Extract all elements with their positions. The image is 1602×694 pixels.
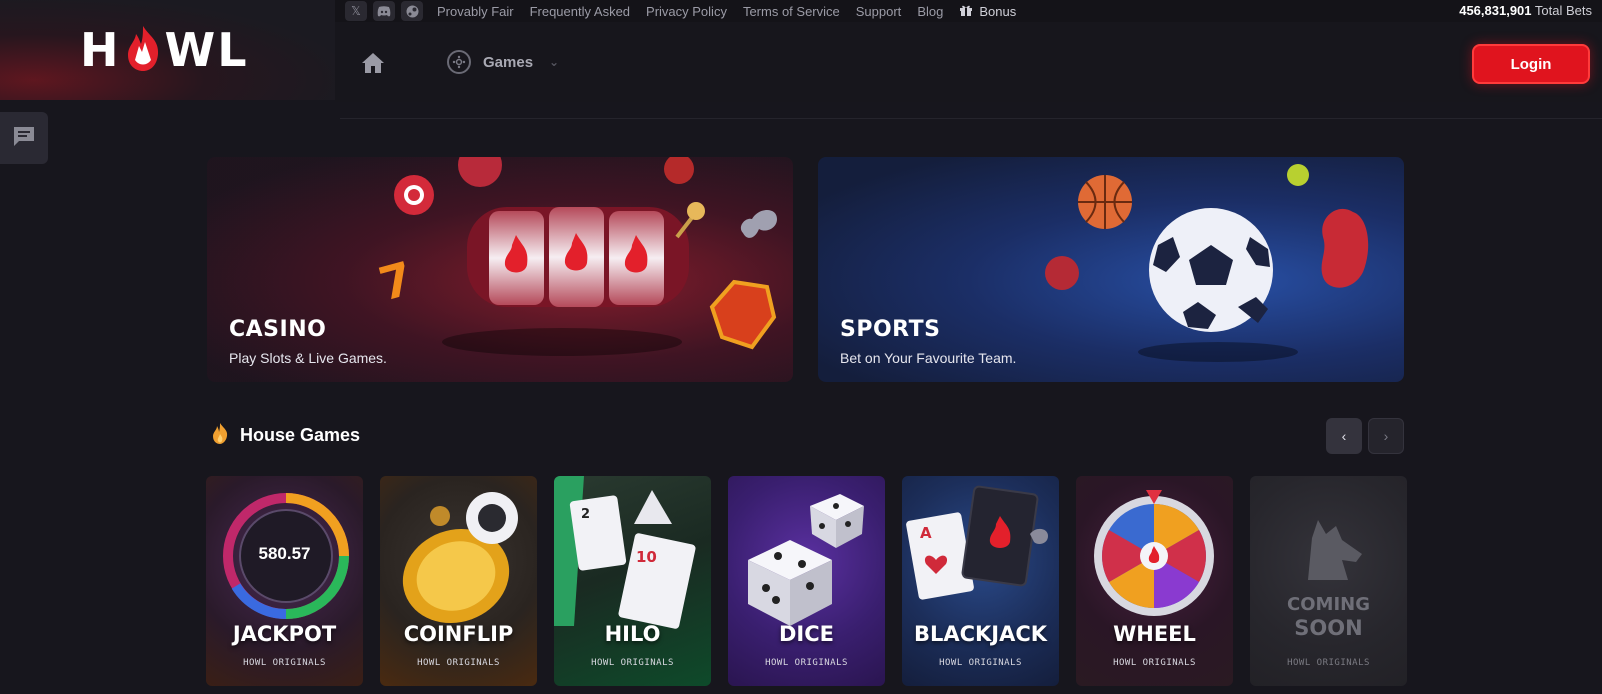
card-title: DICE xyxy=(778,622,834,646)
chat-toggle[interactable] xyxy=(0,112,48,164)
logo-letter-h: H xyxy=(80,23,121,77)
fire-icon xyxy=(210,422,230,449)
logo-area: H WL xyxy=(0,0,335,100)
jackpot-art xyxy=(223,493,349,620)
jackpot-amount: 580.57 xyxy=(258,544,311,563)
sports-banner[interactable]: SPORTS Bet on Your Favourite Team. xyxy=(818,157,1404,382)
svg-text:7: 7 xyxy=(373,251,418,311)
slot-machine-art: 7 xyxy=(373,157,777,356)
svg-text:2: 2 xyxy=(581,507,590,522)
sports-ball-art xyxy=(1045,164,1369,362)
card-title: WHEEL xyxy=(1113,622,1196,646)
house-games-title: House Games xyxy=(240,425,361,445)
top-nav-links: Provably Fair Frequently Asked Privacy P… xyxy=(437,4,1016,19)
card-subtitle: HOWL ORIGINALS xyxy=(1287,658,1370,668)
chat-icon xyxy=(12,125,36,152)
wheel-art xyxy=(1094,490,1214,616)
link-privacy-policy[interactable]: Privacy Policy xyxy=(646,4,727,19)
game-card-coinflip[interactable]: COINFLIP HOWL ORIGINALS xyxy=(380,476,537,686)
card-title: HILO xyxy=(604,622,661,646)
game-card-jackpot[interactable]: 580.57 JACKPOT HOWL ORIGINALS xyxy=(206,476,363,686)
x-icon[interactable]: 𝕏 xyxy=(345,1,367,21)
games-menu[interactable]: Games ⌄ xyxy=(447,50,559,74)
casino-subtitle: Play Slots & Live Games. xyxy=(229,350,387,366)
svg-text:10: 10 xyxy=(636,548,657,566)
link-support[interactable]: Support xyxy=(856,4,902,19)
chevron-down-icon: ⌄ xyxy=(549,55,560,69)
blackjack-art: A xyxy=(906,485,1048,600)
game-card-wheel[interactable]: WHEEL HOWL ORIGINALS xyxy=(1076,476,1233,686)
social-links: 𝕏 xyxy=(345,1,423,21)
carousel-prev-button[interactable]: ‹ xyxy=(1326,418,1362,454)
card-title-line2: SOON xyxy=(1294,616,1363,640)
card-subtitle: HOWL ORIGINALS xyxy=(417,658,500,668)
steam-icon[interactable] xyxy=(401,1,423,21)
sports-subtitle: Bet on Your Favourite Team. xyxy=(840,350,1017,366)
card-title: COINFLIP xyxy=(403,622,514,646)
coinflip-art xyxy=(402,492,518,624)
game-card-hilo[interactable]: 2 10 HILO HOWL ORIGINALS xyxy=(554,476,711,686)
sports-title: SPORTS xyxy=(840,317,941,342)
header-divider xyxy=(340,118,1602,119)
dice-art xyxy=(748,494,864,626)
carousel-next-button[interactable]: › xyxy=(1368,418,1404,454)
total-bets: 456,831,901 Total Bets xyxy=(1459,3,1592,18)
link-blog[interactable]: Blog xyxy=(917,4,943,19)
svg-text:A: A xyxy=(920,524,932,542)
top-links-bar: 𝕏 Provably Fair Frequently Asked Privacy… xyxy=(335,0,1602,22)
wolf-silhouette-icon xyxy=(1308,520,1362,580)
game-card-blackjack[interactable]: A BLACKJACK HOWL ORIGINALS xyxy=(902,476,1059,686)
home-icon[interactable] xyxy=(361,52,385,74)
games-icon xyxy=(447,50,471,74)
card-subtitle: HOWL ORIGINALS xyxy=(1113,658,1196,668)
link-bonus[interactable]: Bonus xyxy=(959,4,1016,19)
card-title: BLACKJACK xyxy=(913,622,1048,646)
main-nav: Games ⌄ Login xyxy=(335,22,1602,102)
flame-wolf-icon xyxy=(123,24,163,72)
card-subtitle: HOWL ORIGINALS xyxy=(243,658,326,668)
link-provably-fair[interactable]: Provably Fair xyxy=(437,4,514,19)
bonus-label: Bonus xyxy=(979,3,1017,19)
discord-icon[interactable] xyxy=(373,1,395,21)
login-button[interactable]: Login xyxy=(1472,44,1590,84)
howl-logo[interactable]: H WL xyxy=(80,26,249,74)
chevron-right-icon: › xyxy=(1383,428,1389,444)
link-frequently-asked[interactable]: Frequently Asked xyxy=(530,4,630,19)
total-bets-value: 456,831,901 xyxy=(1459,3,1532,18)
card-title-line1: COMING xyxy=(1287,594,1370,615)
hilo-art: 2 10 xyxy=(554,476,696,629)
card-subtitle: HOWL ORIGINALS xyxy=(939,658,1022,668)
casino-title: CASINO xyxy=(229,317,327,342)
link-terms-of-service[interactable]: Terms of Service xyxy=(743,4,840,19)
total-bets-label: Total Bets xyxy=(1534,3,1592,18)
game-card-coming-soon: COMING SOON HOWL ORIGINALS xyxy=(1250,476,1407,686)
card-title: JACKPOT xyxy=(232,622,337,646)
card-subtitle: HOWL ORIGINALS xyxy=(591,658,674,668)
house-games-header: House Games xyxy=(210,422,360,449)
logo-letters-wl: WL xyxy=(164,23,249,77)
card-subtitle: HOWL ORIGINALS xyxy=(765,658,848,668)
games-label: Games xyxy=(483,53,534,71)
game-card-dice[interactable]: DICE HOWL ORIGINALS xyxy=(728,476,885,686)
gift-icon xyxy=(959,4,973,19)
casino-banner[interactable]: 7 CASINO Play Slots & Live Games. xyxy=(207,157,793,382)
chevron-left-icon: ‹ xyxy=(1341,428,1347,444)
